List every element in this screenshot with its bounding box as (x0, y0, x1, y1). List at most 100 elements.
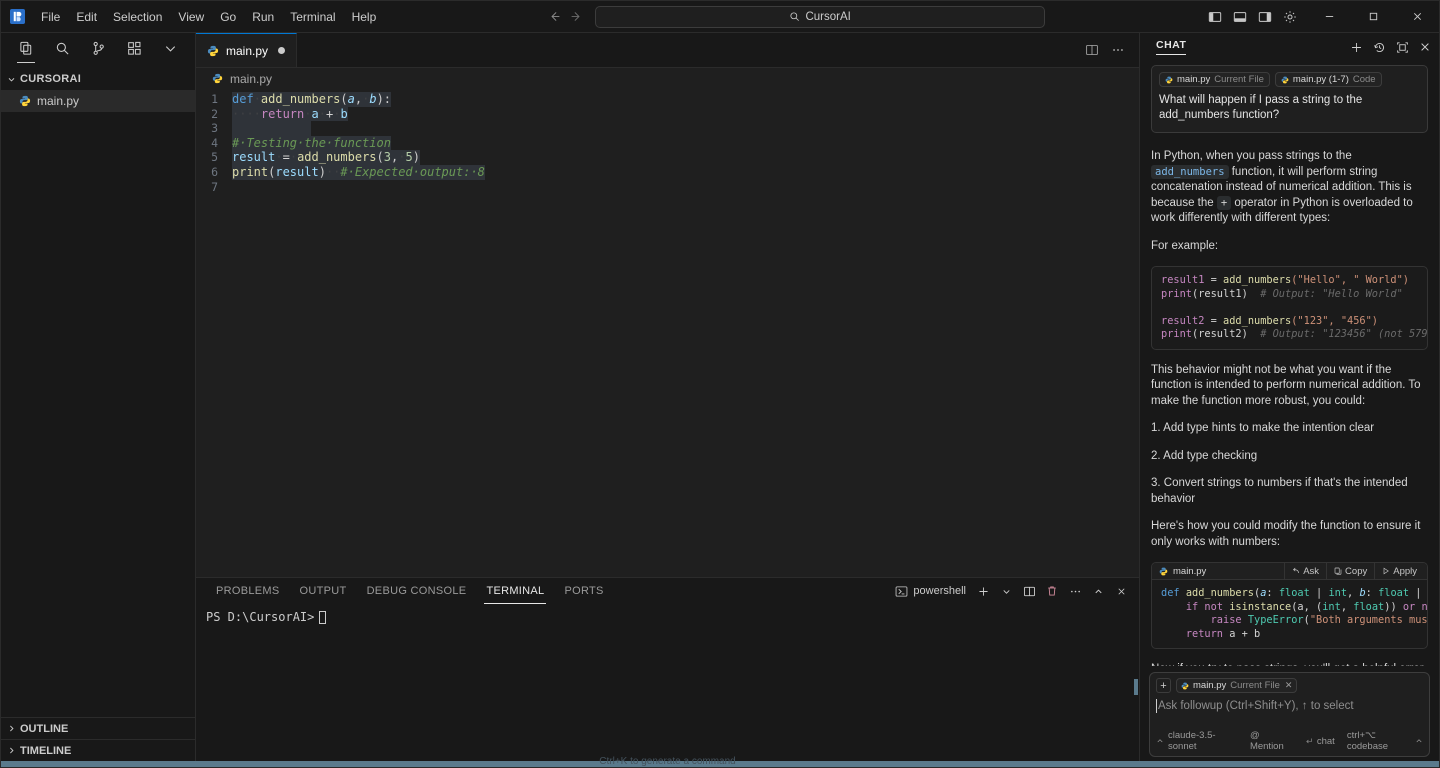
more-actions-icon[interactable] (1107, 39, 1129, 61)
tab-terminal[interactable]: TERMINAL (476, 578, 554, 604)
fix-code-block[interactable]: main.py Ask Copy Apply def add_numbers(a… (1151, 562, 1428, 649)
toggle-primary-sidebar-icon[interactable] (1204, 6, 1226, 28)
assistant-list-item-2: 2. Add type checking (1151, 449, 1258, 462)
settings-gear-icon[interactable] (1279, 6, 1301, 28)
maximize-button[interactable] (1351, 1, 1395, 32)
menu-item-run[interactable]: Run (244, 6, 282, 28)
close-panel-icon[interactable] (1111, 581, 1131, 601)
terminal-shell-indicator[interactable]: powershell (895, 585, 970, 598)
chat-input-area: + main.py Current File ✕ Ask followup (C… (1140, 666, 1439, 761)
menu-item-go[interactable]: Go (212, 6, 244, 28)
chat-messages[interactable]: main.py Current File main.py (1-7) Code … (1140, 61, 1439, 666)
panel-tab-bar: PROBLEMS OUTPUT DEBUG CONSOLE TERMINAL P… (196, 578, 1139, 604)
sidebar-section-outline[interactable]: OUTLINE (1, 717, 195, 739)
close-button[interactable] (1395, 1, 1439, 32)
mention-button[interactable]: @ Mention (1250, 730, 1293, 752)
minimize-button[interactable] (1307, 1, 1351, 32)
model-selector[interactable]: claude-3.5-sonnet (1156, 730, 1238, 752)
tab-debug-console[interactable]: DEBUG CONSOLE (357, 578, 477, 604)
arrow-right-icon[interactable] (565, 6, 587, 28)
terminal-output[interactable]: PS D:\CursorAI> (196, 604, 1139, 761)
menu-item-view[interactable]: View (170, 6, 212, 28)
chat-followup-input[interactable]: Ask followup (Ctrl+Shift+Y), ↑ to select (1156, 698, 1423, 730)
breadcrumb[interactable]: main.py (196, 68, 1139, 90)
history-icon[interactable] (1373, 41, 1386, 54)
search-icon[interactable] (51, 38, 73, 64)
sidebar-section-timeline[interactable]: TIMELINE (1, 739, 195, 761)
arrow-left-icon[interactable] (543, 6, 565, 28)
file-item-main-py[interactable]: main.py (1, 90, 195, 112)
code-line-5: 5 result·=·add_numbers(3,·5) (196, 150, 1139, 165)
p1-part-a: In Python, when you pass strings to the (1151, 150, 1352, 162)
command-search-bar[interactable]: CursorAI (595, 5, 1046, 28)
chevron-down-icon[interactable] (159, 38, 181, 64)
terminal-cursor (319, 610, 327, 624)
copy-button[interactable]: Copy (1326, 563, 1374, 580)
terminal-dropdown-icon[interactable] (996, 581, 1016, 601)
line-number: 1 (211, 92, 218, 106)
apply-button-label: Apply (1393, 565, 1417, 577)
toggle-panel-icon[interactable] (1229, 6, 1251, 28)
chat-mode-button[interactable]: chat (1305, 736, 1335, 747)
cursor-logo-icon (7, 7, 27, 27)
more-actions-icon[interactable] (1065, 581, 1085, 601)
context-pill-current-file[interactable]: main.py Current File (1159, 72, 1270, 87)
apply-button[interactable]: Apply (1374, 563, 1424, 580)
expand-chat-icon[interactable] (1396, 41, 1409, 54)
chat-header: CHAT (1140, 33, 1439, 61)
sidebar-section-label: TIMELINE (20, 744, 72, 757)
context-pill-code-range[interactable]: main.py (1-7) Code (1274, 72, 1382, 87)
code-editor[interactable]: 1 def·add_numbers(a,·b): 2 ····return·a·… (196, 90, 1139, 577)
context-pill-file: main.py (1177, 74, 1211, 85)
example-code-block[interactable]: result1 = add_numbers("Hello", " World")… (1151, 266, 1428, 350)
extensions-icon[interactable] (123, 38, 145, 64)
editor-tab-bar: main.py (196, 33, 1139, 68)
line-number: 4 (211, 135, 218, 150)
ask-button[interactable]: Ask (1284, 563, 1326, 580)
new-chat-icon[interactable] (1350, 41, 1363, 54)
chat-user-message: main.py Current File main.py (1-7) Code … (1151, 65, 1428, 133)
split-terminal-icon[interactable] (1019, 581, 1039, 601)
fix-code-body: def add_numbers(a: float | int, b: float… (1161, 587, 1427, 640)
toggle-secondary-sidebar-icon[interactable] (1254, 6, 1276, 28)
menu-item-terminal[interactable]: Terminal (282, 6, 343, 28)
menu-item-help[interactable]: Help (344, 6, 385, 28)
code-token: ("123", "456") (1291, 314, 1379, 327)
code-line-content: print(result)··#·Expected·output:·8 (232, 164, 485, 180)
python-file-icon (1159, 567, 1168, 576)
tab-problems[interactable]: PROBLEMS (206, 578, 290, 604)
explorer-folder-header[interactable]: CURSORAI (1, 68, 195, 90)
editor-tab-main-py[interactable]: main.py (196, 33, 298, 67)
chevron-up-icon (1415, 737, 1423, 745)
inline-code-plus-operator: + (1216, 195, 1232, 210)
enter-key-icon (1305, 737, 1313, 745)
menu-item-selection[interactable]: Selection (105, 6, 170, 28)
code-token: add_numbers (1223, 314, 1292, 327)
line-number: 3 (211, 121, 218, 136)
unsaved-indicator-icon[interactable] (278, 47, 286, 54)
codebase-mode-button[interactable]: ctrl+⌥ codebase (1347, 730, 1423, 752)
context-pill-sub: Code (1352, 74, 1376, 85)
powershell-icon (895, 585, 908, 598)
tab-ports[interactable]: PORTS (554, 578, 613, 604)
source-control-icon[interactable] (87, 38, 109, 64)
close-chat-icon[interactable] (1419, 41, 1431, 53)
chat-input-context-pill[interactable]: main.py Current File ✕ (1176, 678, 1298, 693)
close-icon[interactable]: ✕ (1285, 680, 1293, 691)
code-line-content (232, 121, 312, 136)
menu-item-file[interactable]: File (33, 6, 68, 28)
fix-code-block-filename: main.py (1159, 566, 1206, 577)
menu-item-edit[interactable]: Edit (68, 6, 105, 28)
tab-output[interactable]: OUTPUT (290, 578, 357, 604)
chat-input-box[interactable]: + main.py Current File ✕ Ask followup (C… (1149, 672, 1430, 757)
kill-terminal-icon[interactable] (1042, 581, 1062, 601)
split-editor-icon[interactable] (1081, 39, 1103, 61)
copy-button-label: Copy (1345, 565, 1368, 577)
example-code-body: result1 = add_numbers("Hello", " World")… (1152, 267, 1427, 349)
new-terminal-icon[interactable] (973, 581, 993, 601)
explorer-icon[interactable] (15, 38, 37, 64)
terminal-scrollbar[interactable] (1134, 679, 1138, 695)
add-context-button[interactable]: + (1156, 678, 1171, 693)
maximize-panel-icon[interactable] (1088, 581, 1108, 601)
